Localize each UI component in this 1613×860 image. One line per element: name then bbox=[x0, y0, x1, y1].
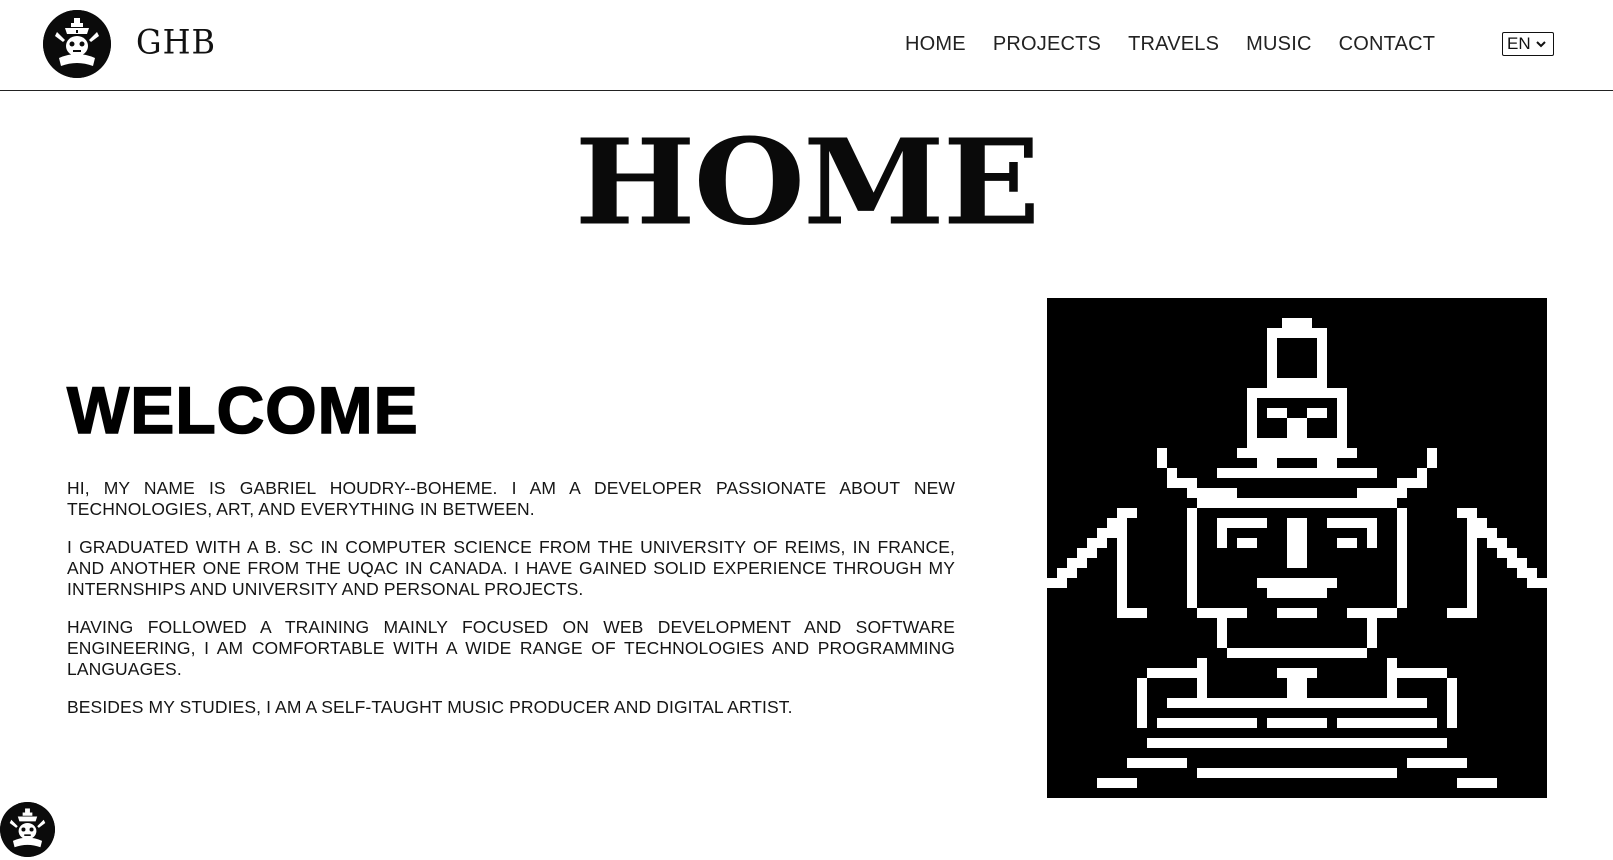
nav-link-travels[interactable]: TRAVELS bbox=[1128, 32, 1219, 56]
welcome-heading: WELCOME bbox=[66, 373, 419, 447]
nav-link-contact[interactable]: CONTACT bbox=[1339, 32, 1436, 56]
nav-link-music[interactable]: MUSIC bbox=[1246, 32, 1311, 56]
scroll-top-emblem-button[interactable] bbox=[0, 802, 55, 857]
nav-link-projects[interactable]: PROJECTS bbox=[993, 32, 1101, 56]
page-title: HOME bbox=[574, 114, 1041, 252]
chevron-down-icon bbox=[1535, 41, 1546, 48]
language-selected-value: EN bbox=[1507, 34, 1531, 53]
intro-paragraph: HAVING FOLLOWED A TRAINING MAINLY FOCUSE… bbox=[67, 617, 955, 679]
pixel-art-mask-figure-icon bbox=[1047, 298, 1547, 798]
language-select[interactable]: EN bbox=[1502, 32, 1554, 56]
pixel-art-image bbox=[1047, 298, 1547, 798]
intro-paragraph: I GRADUATED WITH A B. SC IN COMPUTER SCI… bbox=[67, 537, 955, 599]
brand-wordmark[interactable]: GHB bbox=[136, 21, 216, 63]
nav-link-home[interactable]: HOME bbox=[905, 32, 966, 56]
site-logo-emblem-icon[interactable] bbox=[43, 10, 111, 78]
intro-paragraph: BESIDES MY STUDIES, I AM A SELF-TAUGHT M… bbox=[67, 697, 793, 717]
intro-paragraph: HI, MY NAME IS GABRIEL HOUDRY--BOHEME. I… bbox=[67, 478, 955, 519]
main-nav: HOME PROJECTS TRAVELS MUSIC CONTACT bbox=[905, 32, 1435, 56]
intro-text: HI, MY NAME IS GABRIEL HOUDRY--BOHEME. I… bbox=[67, 478, 955, 735]
ornate-mask-emblem-icon bbox=[43, 10, 111, 78]
site-header: GHB HOME PROJECTS TRAVELS MUSIC CONTACT … bbox=[0, 0, 1613, 91]
ornate-mask-emblem-icon bbox=[0, 802, 55, 857]
